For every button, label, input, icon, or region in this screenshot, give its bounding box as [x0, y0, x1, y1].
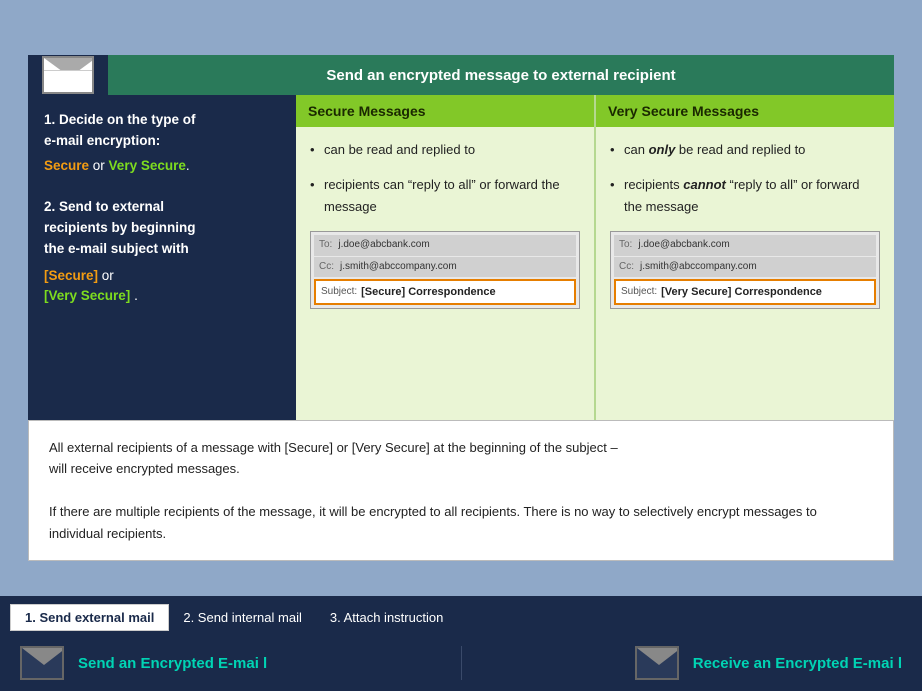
nav-tabs: 1. Send external mail 2. Send internal m… [0, 596, 922, 635]
step1-options: Secure or Very Secure. [44, 156, 280, 177]
dot1: . [186, 158, 190, 173]
secure-col-header: Secure Messages [296, 95, 594, 127]
slide-header: Send an encrypted message to external re… [108, 55, 894, 95]
secure-subject-value: [Secure] Correspondence [361, 283, 495, 301]
dot2: . [130, 288, 138, 303]
nav-bar: 1. Send external mail 2. Send internal m… [0, 596, 922, 691]
secure-bullet1: • can be read and replied to [310, 139, 580, 160]
step2-tags: [Secure] or [Very Secure] . [44, 266, 280, 308]
nav-receive-area: Receive an Encrypted E-mai l [461, 646, 922, 680]
or-text: or [89, 158, 109, 173]
send-label: Send an Encrypted E-mai l [78, 655, 267, 672]
secure-email-mockup: To: j.doe@abcbank.com Cc: j.smith@abccom… [310, 231, 580, 309]
step1-title: 1. Decide on the type ofe-mail encryptio… [44, 110, 280, 152]
vs-to-row: To: j.doe@abcbank.com [614, 235, 876, 256]
secure-to-row: To: j.doe@abcbank.com [314, 235, 576, 256]
info-box: All external recipients of a message wit… [28, 420, 894, 561]
nav-send-area: Send an Encrypted E-mai l [0, 646, 461, 680]
vs-subject-value: [Very Secure] Correspondence [661, 283, 822, 301]
secure-cc-row: Cc: j.smith@abccompany.com [314, 257, 576, 278]
secure-col-content: • can be read and replied to • recipient… [296, 127, 594, 321]
nav-tab-external[interactable]: 1. Send external mail [10, 604, 169, 631]
vs-cc-row: Cc: j.smith@abccompany.com [614, 257, 876, 278]
vs-subject-row: Subject: [Very Secure] Correspondence [614, 279, 876, 305]
or2: or [98, 268, 114, 283]
step2: 2. Send to externalrecipients by beginni… [44, 197, 280, 308]
vs-bullet1-post: be read and replied to [675, 142, 805, 157]
vs-to: j.doe@abcbank.com [638, 237, 729, 254]
vs-bullet2-bold: cannot [683, 177, 726, 192]
secure-subject-row: Subject: [Secure] Correspondence [314, 279, 576, 305]
very-secure-column: Very Secure Messages • can only be read … [596, 95, 894, 420]
left-panel: 1. Decide on the type ofe-mail encryptio… [28, 95, 296, 420]
very-secure-col-header: Very Secure Messages [596, 95, 894, 127]
receive-mail-icon [635, 646, 679, 680]
info-line1: All external recipients of a message wit… [49, 437, 873, 458]
very-secure-bullet2: • recipients cannot “reply to all” or fo… [610, 174, 880, 217]
secure-subject-label: Subject: [321, 284, 357, 301]
nav-tab-attach[interactable]: 3. Attach instruction [316, 605, 457, 630]
very-secure-col-content: • can only be read and replied to • reci… [596, 127, 894, 321]
info-line3: If there are multiple recipients of the … [49, 501, 873, 544]
receive-label: Receive an Encrypted E-mai l [693, 655, 902, 672]
vs-subject-label: Subject: [621, 284, 657, 301]
very-secure-email-mockup: To: j.doe@abcbank.com Cc: j.smith@abccom… [610, 231, 880, 309]
very-secure-label: Very Secure [109, 158, 186, 173]
content-columns: 1. Decide on the type ofe-mail encryptio… [28, 95, 894, 420]
step1: 1. Decide on the type ofe-mail encryptio… [44, 110, 280, 177]
secure-label: Secure [44, 158, 89, 173]
vs-bullet1-pre: can [624, 142, 649, 157]
step2-title: 2. Send to externalrecipients by beginni… [44, 197, 280, 260]
very-secure-bullet1: • can only be read and replied to [610, 139, 880, 160]
send-mail-icon [20, 646, 64, 680]
mail-icon-area [28, 55, 108, 95]
very-secure-tag: [Very Secure] [44, 288, 130, 303]
nav-tab-internal[interactable]: 2. Send internal mail [169, 605, 316, 630]
secure-bullet2-text: recipients can “reply to all” or forward… [324, 174, 580, 217]
slide-header-text: Send an encrypted message to external re… [326, 67, 675, 84]
vs-cc: j.smith@abccompany.com [640, 259, 757, 276]
secure-tag: [Secure] [44, 268, 98, 283]
secure-bullet2: • recipients can “reply to all” or forwa… [310, 174, 580, 217]
vs-bullet2-pre: recipients [624, 177, 683, 192]
nav-bottom: Send an Encrypted E-mai l Receive an Enc… [0, 635, 922, 691]
info-line2: will receive encrypted messages. [49, 458, 873, 479]
secure-cc: j.smith@abccompany.com [340, 259, 457, 276]
secure-to: j.doe@abcbank.com [338, 237, 429, 254]
vs-bullet1-bold: only [649, 142, 676, 157]
secure-column: Secure Messages • can be read and replie… [296, 95, 596, 420]
secure-bullet1-text: can be read and replied to [324, 139, 475, 160]
